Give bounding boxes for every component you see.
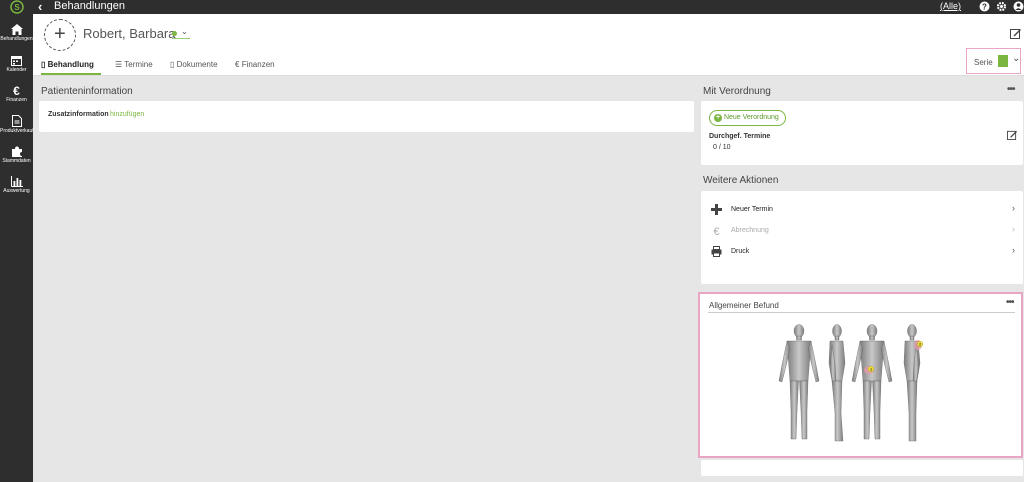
- tab-label: Dokumente: [176, 60, 218, 69]
- divider: [708, 312, 1015, 313]
- status-dot-icon: [172, 31, 177, 36]
- euro-icon: €: [13, 85, 20, 96]
- serie-selector[interactable]: Serie ⌄: [966, 48, 1021, 74]
- chart-icon: [10, 176, 23, 187]
- sidebar-item-label: Finanzen: [6, 97, 27, 103]
- edit-icon[interactable]: [1010, 28, 1021, 39]
- marker-1-label: 1: [870, 368, 872, 372]
- action-label: Druck: [731, 248, 750, 255]
- chevron-right-icon: ›: [1012, 224, 1015, 234]
- serie-badge-icon: [998, 55, 1008, 67]
- sidebar-item-behandlungen[interactable]: Behandlungen: [0, 24, 33, 42]
- list-icon: ☰: [115, 60, 123, 69]
- plus-icon: +: [54, 23, 66, 45]
- sidebar-item-produktverkauf[interactable]: Produktverkauf: [0, 115, 34, 134]
- marker-2-label: 2: [919, 343, 921, 347]
- euro-icon: €: [713, 226, 719, 236]
- back-arrow-icon[interactable]: ‹: [38, 0, 42, 14]
- new-verordnung-label: Neue Verordnung: [723, 114, 779, 121]
- puzzle-icon: [11, 146, 22, 157]
- svg-text:€: €: [13, 85, 20, 96]
- gear-icon[interactable]: [996, 1, 1007, 12]
- tab-dokumente[interactable]: ▯ Dokumente: [170, 55, 218, 75]
- document-icon: [11, 115, 22, 127]
- befund-title: Allgemeiner Befund: [709, 301, 779, 310]
- chevron-down-icon: ⌄: [181, 27, 188, 36]
- edit-icon[interactable]: [1007, 130, 1017, 140]
- chevron-right-icon: ›: [1012, 203, 1015, 213]
- section-title-verordnung: Mit Verordnung: [703, 86, 771, 97]
- user-icon[interactable]: [1013, 1, 1024, 12]
- section-title-aktionen: Weitere Aktionen: [703, 175, 779, 186]
- sidebar-item-label: Produktverkauf: [0, 128, 34, 134]
- file-icon: ▯: [170, 60, 175, 69]
- app-logo-icon: S: [10, 0, 24, 14]
- patient-info-card: Zusatzinformation hinzufügen: [39, 101, 694, 132]
- action-abrechnung: € Abrechnung ›: [711, 224, 1015, 239]
- tab-label: Behandlung: [47, 60, 94, 69]
- plus-icon: [711, 204, 722, 215]
- action-druck[interactable]: Druck ›: [711, 245, 1015, 260]
- sidebar-item-label: Behandlungen: [0, 36, 33, 42]
- body-back-figure: [851, 324, 893, 440]
- sidebar-item-finanzen[interactable]: € Finanzen: [0, 85, 33, 103]
- befund-footer-card: [701, 460, 1023, 476]
- tab-termine[interactable]: ☰ Termine: [115, 55, 153, 75]
- top-bar: S ‹ Behandlungen (Alle) ?: [0, 0, 1024, 14]
- bookmark-icon: ▯: [41, 60, 46, 69]
- more-icon[interactable]: •••: [1006, 297, 1014, 308]
- action-neuer-termin[interactable]: Neuer Termin ›: [711, 203, 1015, 218]
- printer-icon: [711, 246, 722, 257]
- befund-panel: Allgemeiner Befund ••• 1 2: [698, 292, 1023, 458]
- svg-text:?: ?: [982, 3, 987, 12]
- body-chart[interactable]: 1 2: [775, 323, 950, 447]
- sidebar-item-label: Kalender: [6, 67, 27, 73]
- chevron-right-icon: ›: [1012, 245, 1015, 255]
- action-label: Neuer Termin: [731, 206, 773, 213]
- section-title-patienteninformation: Patienteninformation: [41, 86, 133, 97]
- body-side-figure: [828, 324, 846, 442]
- more-icon[interactable]: •••: [1007, 84, 1015, 95]
- tab-label: Finanzen: [241, 60, 275, 69]
- sidebar-item-label: Stammdaten: [2, 158, 31, 164]
- sidebar: Behandlungen Kalender € Finanzen Produkt…: [0, 14, 34, 482]
- sidebar-item-stammdaten[interactable]: Stammdaten: [0, 146, 33, 164]
- zusatz-add-link[interactable]: hinzufügen: [110, 111, 144, 118]
- chevron-down-icon: ⌄: [1012, 53, 1021, 64]
- help-icon[interactable]: ?: [979, 1, 990, 12]
- sidebar-item-auswertung[interactable]: Auswertung: [0, 176, 33, 194]
- svg-text:€: €: [713, 226, 719, 236]
- svg-text:S: S: [14, 3, 20, 12]
- serie-label: Serie: [974, 58, 993, 67]
- avatar[interactable]: +: [44, 19, 76, 51]
- sidebar-item-label: Auswertung: [3, 188, 30, 194]
- home-icon: [10, 24, 23, 35]
- tab-label: Termine: [124, 60, 153, 69]
- new-verordnung-button[interactable]: + Neue Verordnung: [709, 110, 786, 126]
- status-dropdown[interactable]: ⌄: [172, 27, 190, 39]
- euro-icon: €: [235, 60, 240, 69]
- calendar-icon: [11, 56, 22, 66]
- zusatz-label: Zusatzinformation: [48, 111, 109, 118]
- body-front-figure: [778, 324, 820, 440]
- done-appointments-label: Durchgef. Termine: [709, 133, 771, 140]
- sidebar-item-kalender[interactable]: Kalender: [0, 55, 33, 73]
- filter-dropdown[interactable]: (Alle): [940, 1, 961, 11]
- patient-name: Robert, Barbara: [83, 26, 176, 41]
- tab-behandlung[interactable]: ▯ Behandlung: [41, 55, 101, 75]
- page-title: Behandlungen: [54, 0, 125, 12]
- patient-header: + Robert, Barbara ⌄ ▯ Behandlung ☰ Termi…: [33, 14, 1024, 76]
- actions-card: Neuer Termin › € Abrechnung › Druck ›: [701, 191, 1023, 284]
- verordnung-card: + Neue Verordnung Durchgef. Termine 0 / …: [701, 101, 1023, 165]
- done-appointments-value: 0 / 10: [713, 144, 731, 151]
- tab-finanzen[interactable]: € Finanzen: [235, 55, 275, 75]
- plus-circle-icon: +: [714, 114, 722, 122]
- action-label: Abrechnung: [731, 227, 769, 234]
